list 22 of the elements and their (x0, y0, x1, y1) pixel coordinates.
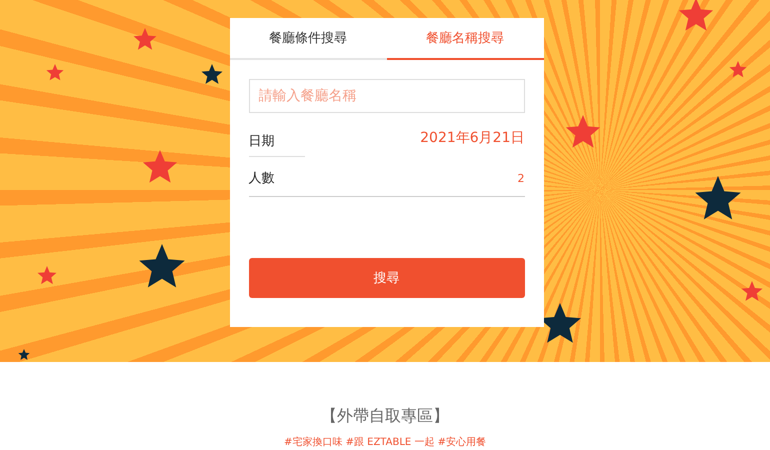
search-button[interactable]: 搜尋 (248, 258, 524, 298)
star-icon (729, 61, 747, 78)
star-icon (18, 349, 30, 360)
restaurant-name-field[interactable]: 請輸入餐廳名稱 (248, 79, 524, 113)
tab[interactable]: 餐廳名稱搜尋 (386, 18, 544, 60)
star-icon (694, 176, 742, 220)
star-icon (201, 64, 223, 84)
star-icon (565, 115, 601, 148)
date-value[interactable]: 2021年6月21日 (420, 129, 524, 153)
tab[interactable]: 餐廳條件搜尋 (230, 18, 386, 60)
party-size-label: 人數 (248, 170, 274, 188)
star-icon (37, 266, 57, 284)
star-icon (741, 281, 763, 302)
party-size-value[interactable]: 2 (518, 172, 524, 190)
date-label: 日期 (248, 126, 304, 156)
star-icon (678, 0, 714, 32)
star-icon (46, 64, 64, 81)
hashtag-text: #宅家換口味 #跟 EZTABLE 一起 #安心用餐 (284, 436, 486, 449)
section-title: 【外帶自取專區】 (321, 406, 449, 427)
star-icon (138, 244, 186, 288)
star-icon (133, 28, 157, 50)
star-icon (142, 150, 178, 184)
